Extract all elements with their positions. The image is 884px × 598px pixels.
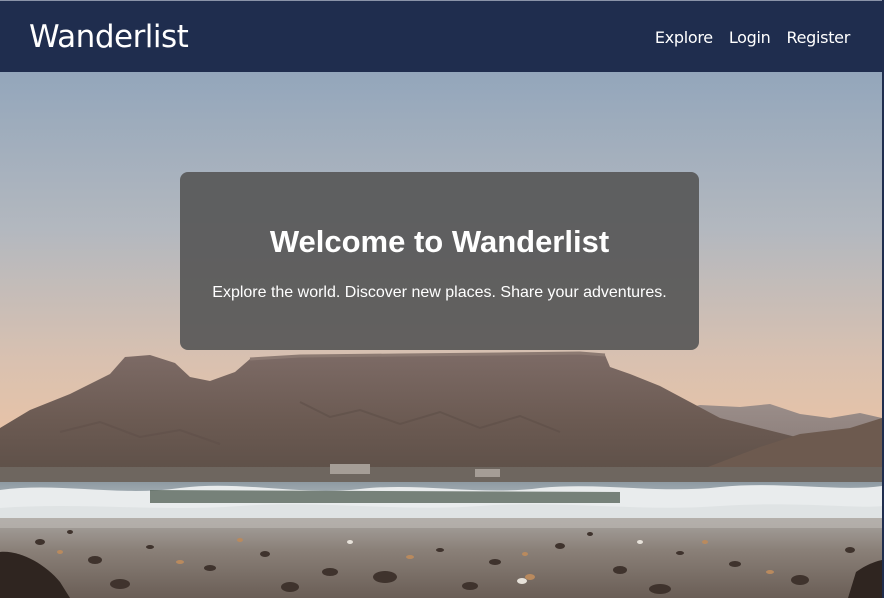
nav-links: Explore Login Register [655, 27, 850, 49]
hero-section: Welcome to Wanderlist Explore the world.… [0, 72, 882, 598]
welcome-card: Welcome to Wanderlist Explore the world.… [180, 172, 699, 350]
nav-link-login[interactable]: Login [729, 27, 771, 49]
welcome-subtitle: Explore the world. Discover new places. … [212, 284, 667, 301]
welcome-title: Welcome to Wanderlist [269, 224, 610, 259]
page: Wanderlist Explore Login Register Welcom… [0, 0, 884, 598]
nav-link-register[interactable]: Register [787, 27, 851, 49]
brand-logo-link[interactable]: Wanderlist [29, 18, 189, 56]
nav-link-explore[interactable]: Explore [655, 27, 713, 49]
navbar: Wanderlist Explore Login Register [0, 0, 882, 72]
